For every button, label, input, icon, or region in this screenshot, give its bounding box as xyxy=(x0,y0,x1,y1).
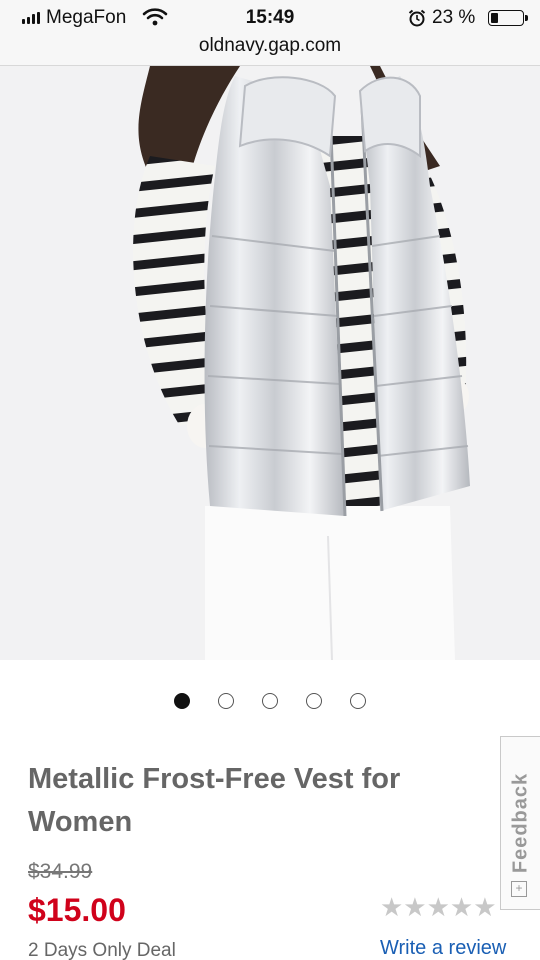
address-bar-url[interactable]: oldnavy.gap.com xyxy=(0,35,540,57)
carousel-dot-1[interactable] xyxy=(174,693,190,709)
battery-icon xyxy=(488,10,528,26)
rating-stars: ★★★★★ xyxy=(380,892,497,922)
sale-price: $15.00 xyxy=(28,892,126,928)
vest-photo-illustration xyxy=(0,66,540,660)
alarm-icon xyxy=(408,9,426,27)
feedback-label: Feedback xyxy=(509,772,531,874)
product-image[interactable] xyxy=(0,66,540,660)
write-review-link[interactable]: Write a review xyxy=(380,937,506,960)
battery-percentage: 23 % xyxy=(432,7,476,28)
product-title: Metallic Frost-Free Vest for Women xyxy=(28,763,401,838)
feedback-tab[interactable]: Feedback + xyxy=(500,736,540,910)
carousel-dot-4[interactable] xyxy=(306,693,322,709)
image-carousel-dots xyxy=(0,691,540,711)
carousel-dot-5[interactable] xyxy=(350,693,366,709)
carousel-dot-3[interactable] xyxy=(262,693,278,709)
browser-top-bar: MegaFon 15:49 23 % oldnavy.gap.com xyxy=(0,0,540,66)
feedback-plus-icon: + xyxy=(511,881,527,897)
status-bar: MegaFon 15:49 23 % xyxy=(0,0,540,34)
deal-label: 2 Days Only Deal xyxy=(28,940,176,960)
original-price: $34.99 xyxy=(28,860,93,883)
carousel-dot-2[interactable] xyxy=(218,693,234,709)
